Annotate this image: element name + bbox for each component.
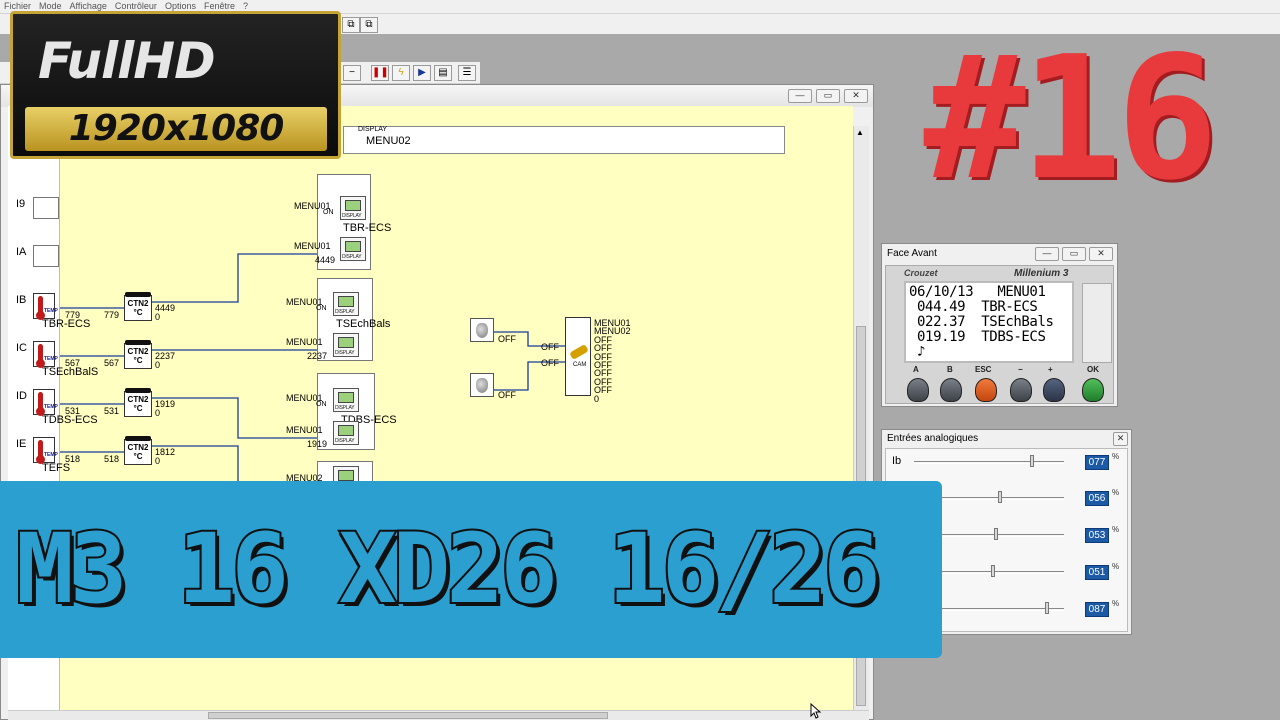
slider-value: 053 <box>1085 528 1109 543</box>
display-tag: DISPLAY <box>335 438 355 444</box>
key-a-button[interactable] <box>907 378 929 402</box>
slider-row: Ib 077 % <box>892 451 1129 479</box>
cam-outputs: MENU01 MENU02 OFF OFF OFF OFF OFF OFF OF… <box>594 318 631 404</box>
close-icon[interactable]: ✕ <box>1113 432 1128 446</box>
key-label-esc: ESC <box>975 365 992 374</box>
controller-front-panel: Crouzet Millenium 3 06/10/13 MENU01 044.… <box>885 265 1114 404</box>
key-ok-button[interactable] <box>1082 378 1104 402</box>
slider-thumb[interactable] <box>998 491 1002 503</box>
key-label-a: A <box>913 365 919 374</box>
slider-thumb[interactable] <box>990 565 995 577</box>
cam-icon <box>569 344 589 360</box>
key-b-button[interactable] <box>940 378 962 402</box>
title-banner: M3 16 XD26 16/26 <box>0 481 942 658</box>
lcd-line: 019.19 TDBS-ECS <box>909 329 1046 345</box>
key-minus-button[interactable] <box>1010 378 1032 402</box>
mouse-cursor-icon <box>810 703 822 719</box>
brand-logo: Crouzet <box>904 268 938 278</box>
analog-down-icon[interactable] <box>470 373 494 397</box>
display-tag: DISPLAY <box>335 309 355 315</box>
percent-unit: % <box>1112 488 1120 497</box>
display-name: TBR-ECS <box>343 222 392 234</box>
on-label: ON <box>316 401 327 408</box>
display-icon[interactable]: DISPLAY <box>333 292 359 316</box>
model-label: Millenium 3 <box>1014 268 1069 279</box>
display-tag: DISPLAY <box>335 405 355 411</box>
slider-value: 051 <box>1085 565 1109 580</box>
menu-b-label: MENU01 <box>286 337 323 347</box>
lcd-line: ♪ <box>909 344 926 360</box>
slider-track[interactable] <box>914 461 1064 464</box>
percent-unit: % <box>1112 452 1120 461</box>
lcd-line: 06/10/13 MENU01 <box>909 284 1046 300</box>
cam-output: 0 <box>594 393 600 404</box>
cam-in-label: OFF <box>541 358 559 368</box>
display-icon[interactable]: DISPLAY <box>340 237 366 261</box>
slider-value: 056 <box>1085 491 1109 506</box>
display-tag: DISPLAY <box>335 350 355 356</box>
slider-value: 077 <box>1085 455 1109 470</box>
fullhd-badge: FullHD 1920x1080 <box>10 11 341 159</box>
key-label-b: B <box>947 365 953 374</box>
side-panel <box>1082 283 1112 363</box>
minimize-icon[interactable]: — <box>1035 247 1059 261</box>
display-name: TSEchBals <box>336 318 391 330</box>
display-icon[interactable]: DISPLAY <box>333 388 359 412</box>
percent-unit: % <box>1112 562 1120 571</box>
episode-number: #16 <box>923 20 1218 218</box>
percent-unit: % <box>1112 525 1120 534</box>
off-label: OFF <box>498 390 516 400</box>
key-esc-button[interactable] <box>975 378 997 402</box>
slider-thumb[interactable] <box>993 528 998 540</box>
face-avant-window: Face Avant — ▭ ✕ Crouzet Millenium 3 06/… <box>881 243 1118 407</box>
display-value: 2237 <box>307 351 328 361</box>
analog-inputs-title: Entrées analogiques <box>887 433 979 444</box>
on-label: ON <box>323 209 334 216</box>
cam-label: CAM <box>573 362 587 368</box>
slider-value: 087 <box>1085 602 1109 617</box>
cam-block[interactable]: CAM <box>565 317 591 396</box>
close-icon[interactable]: ✕ <box>1089 247 1113 261</box>
analog-up-icon[interactable] <box>470 318 494 342</box>
display-icon[interactable]: DISPLAY <box>333 333 359 357</box>
lcd-line: 022.37 TSEchBals <box>909 314 1054 330</box>
lcd-screen: 06/10/13 MENU01 044.49 TBR-ECS 022.37 TS… <box>904 281 1074 363</box>
display-value: 4449 <box>315 255 336 265</box>
display-icon[interactable]: DISPLAY <box>340 196 366 220</box>
fullhd-resolution: 1920x1080 <box>25 107 327 151</box>
off-label: OFF <box>498 334 516 344</box>
display-value: 1919 <box>307 439 328 449</box>
key-label-ok: OK <box>1087 365 1099 374</box>
banner-title: M3 16 XD26 16/26 <box>14 511 883 627</box>
menu-b-label: MENU01 <box>286 425 323 435</box>
maximize-icon[interactable]: ▭ <box>1062 247 1086 261</box>
slider-label: Ib <box>892 455 902 467</box>
cam-output: OFF <box>594 385 612 396</box>
slider-thumb[interactable] <box>1029 455 1034 467</box>
key-label-plus: + <box>1048 365 1053 374</box>
face-avant-title: Face Avant <box>887 248 937 259</box>
slider-thumb[interactable] <box>1044 602 1049 614</box>
on-label: ON <box>316 305 327 312</box>
fullhd-text: FullHD <box>38 32 216 90</box>
lcd-line: 044.49 TBR-ECS <box>909 299 1038 315</box>
key-plus-button[interactable] <box>1043 378 1065 402</box>
display-icon[interactable]: DISPLAY <box>333 421 359 445</box>
key-label-minus: − <box>1018 365 1023 374</box>
menu-b-label: MENU01 <box>294 241 331 251</box>
percent-unit: % <box>1112 599 1120 608</box>
display-tag: DISPLAY <box>342 213 362 219</box>
display-tag: DISPLAY <box>342 254 362 260</box>
cam-in-label: OFF <box>541 342 559 352</box>
